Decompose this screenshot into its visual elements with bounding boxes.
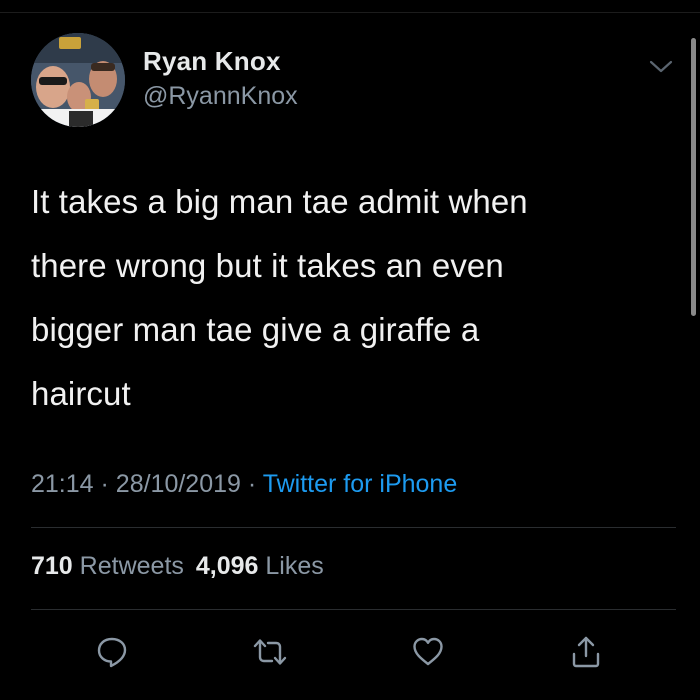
share-icon bbox=[572, 636, 600, 668]
likes-label: Likes bbox=[265, 552, 324, 580]
tweet-time[interactable]: 21:14 bbox=[31, 470, 94, 498]
reply-icon bbox=[97, 637, 127, 668]
tweet-source-link[interactable]: Twitter for iPhone bbox=[263, 470, 458, 498]
scrollbar-thumb[interactable] bbox=[691, 38, 696, 316]
retweet-button[interactable] bbox=[252, 634, 288, 670]
chevron-down-icon bbox=[649, 60, 673, 73]
like-button[interactable] bbox=[410, 634, 446, 670]
likes-count: 4,096 bbox=[195, 552, 259, 580]
divider bbox=[31, 527, 676, 528]
engagement-stats: 710 Retweets 4,096 Likes bbox=[31, 552, 324, 581]
tweet-menu-button[interactable] bbox=[648, 56, 674, 76]
meta-separator: · bbox=[247, 470, 257, 498]
display-name[interactable]: Ryan Knox bbox=[143, 46, 281, 77]
reply-button[interactable] bbox=[94, 634, 130, 670]
meta-separator: · bbox=[100, 470, 109, 498]
share-button[interactable] bbox=[568, 634, 604, 670]
avatar-photo bbox=[31, 33, 125, 127]
retweets-stat[interactable]: 710 Retweets bbox=[31, 552, 184, 580]
top-divider bbox=[0, 12, 700, 13]
avatar[interactable] bbox=[31, 33, 125, 127]
likes-stat[interactable]: 4,096 Likes bbox=[196, 552, 324, 580]
heart-icon bbox=[413, 637, 443, 666]
tweet-meta: 21:14 · 28/10/2019 · Twitter for iPhone bbox=[31, 470, 457, 499]
user-handle[interactable]: @RyannKnox bbox=[143, 82, 298, 111]
tweet-text: It takes a big man tae admit when there … bbox=[31, 183, 528, 412]
retweets-label: Retweets bbox=[79, 552, 184, 580]
tweet-date[interactable]: 28/10/2019 bbox=[116, 470, 241, 498]
retweets-count: 710 bbox=[31, 552, 73, 580]
retweet-icon bbox=[253, 639, 287, 665]
divider bbox=[31, 609, 676, 610]
